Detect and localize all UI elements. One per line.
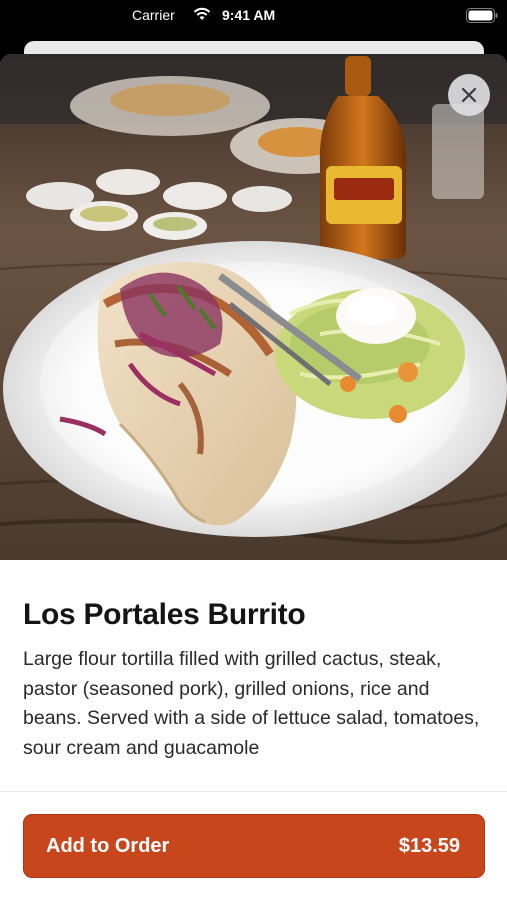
divider — [0, 791, 507, 792]
close-icon — [461, 87, 477, 103]
close-button[interactable] — [448, 74, 490, 116]
dish-description: Large flour tortilla filled with grilled… — [23, 648, 480, 759]
status-bar: Carrier 9:41 AM — [0, 0, 507, 32]
dish-photo — [0, 54, 507, 560]
wifi-icon — [193, 7, 211, 20]
add-to-order-button[interactable]: Add to Order $13.59 — [23, 814, 485, 878]
item-detail-card: Los Portales Burrito Large flour tortill… — [0, 54, 507, 900]
dish-title: Los Portales Burrito — [23, 598, 306, 631]
clock-time: 9:41 AM — [222, 7, 276, 23]
order-price: $13.59 — [398, 835, 460, 857]
add-to-order-label: Add to Order — [46, 835, 170, 857]
carrier-label: Carrier — [132, 7, 175, 23]
battery-icon — [466, 8, 498, 23]
